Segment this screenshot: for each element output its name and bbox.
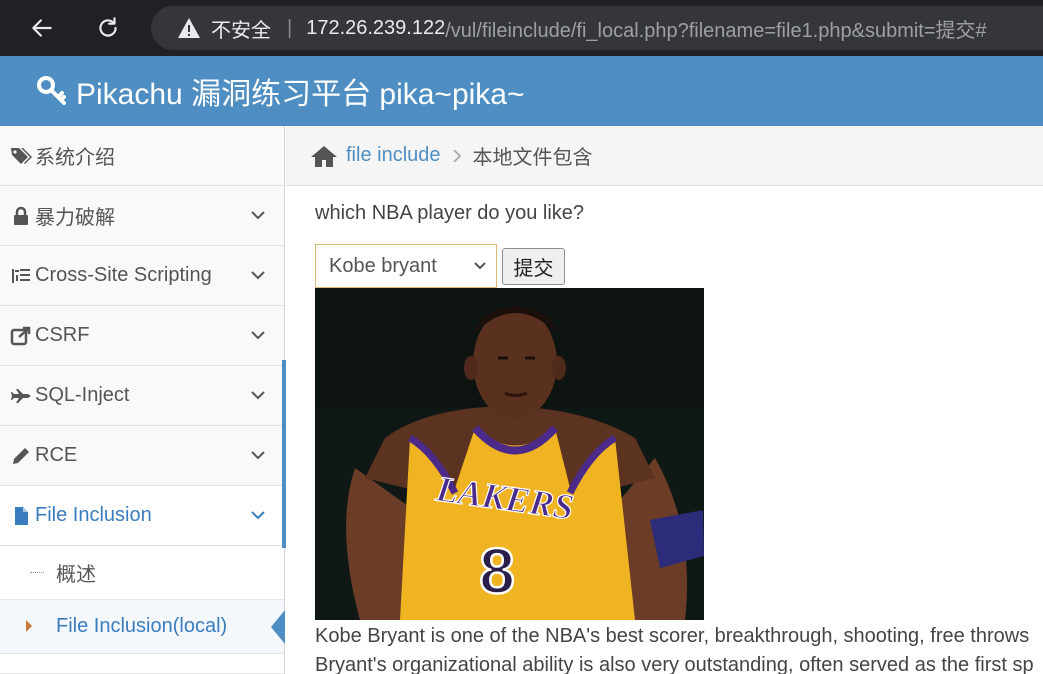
player-photo: LAKERS 8 — [315, 288, 704, 620]
chevron-down-icon — [251, 211, 265, 220]
sidebar-item-sql-inject[interactable]: SQL-Inject — [0, 366, 284, 426]
back-button[interactable] — [24, 10, 60, 46]
sidebar-subitem-overview[interactable]: 概述 — [0, 546, 284, 600]
sidebar-item-label: RCE — [35, 444, 78, 466]
back-arrow-icon — [32, 19, 52, 37]
site-header: Pikachu 漏洞练习平台 pika~pika~ — [0, 56, 1043, 126]
player-description: Kobe Bryant is one of the NBA's best sco… — [315, 622, 1043, 674]
breadcrumb-current: 本地文件包含 — [472, 147, 593, 169]
sidebar-item-csrf[interactable]: CSRF — [0, 306, 284, 366]
security-status: 不安全 — [211, 19, 271, 42]
sidebar-item-file-inclusion[interactable]: File Inclusion — [0, 486, 284, 546]
file-icon — [9, 505, 33, 527]
sidebar-item-label: 暴力破解 — [35, 207, 115, 229]
home-icon[interactable] — [310, 144, 338, 168]
sidebar: 系统介绍 暴力破解 Cross-Site Scripting CSRF SQL-… — [0, 126, 285, 674]
chevron-down-icon — [251, 271, 265, 280]
key-icon — [37, 76, 66, 105]
url-path: /vul/fileinclude/fi_local.php?filename=f… — [445, 19, 987, 42]
list-icon — [9, 265, 33, 287]
lock-icon — [9, 205, 33, 227]
tags-icon — [9, 145, 33, 167]
active-section-bar — [282, 360, 286, 548]
sidebar-item-intro[interactable]: 系统介绍 — [0, 126, 284, 186]
chevron-right-icon — [452, 148, 461, 163]
submit-button[interactable]: 提交 — [502, 248, 565, 285]
chevron-down-icon — [251, 451, 265, 460]
select-value: Kobe bryant — [329, 254, 437, 277]
url-host: 172.26.239.122 — [306, 16, 446, 39]
breadcrumb-link[interactable]: file include — [346, 144, 441, 167]
browser-toolbar: 不安全 | 172.26.239.122/vul/fileinclude/fi_… — [0, 0, 1043, 56]
sidebar-item-label: Cross-Site Scripting — [35, 264, 212, 286]
active-pointer — [271, 610, 285, 644]
sidebar-item-label: CSRF — [35, 324, 90, 346]
share-icon — [9, 325, 33, 347]
separator-bar: | — [287, 16, 293, 39]
player-select[interactable]: Kobe bryant — [315, 244, 497, 288]
reload-button[interactable] — [90, 10, 126, 46]
player-illustration: LAKERS 8 — [315, 288, 704, 620]
reload-icon — [99, 17, 117, 37]
chevron-down-icon — [251, 511, 265, 520]
chevron-down-icon — [251, 391, 265, 400]
sidebar-subitem-file-inclusion-local[interactable]: File Inclusion(local) — [0, 600, 285, 654]
sidebar-item-rce[interactable]: RCE — [0, 426, 284, 486]
sidebar-subitem-label: File Inclusion(local) — [56, 615, 228, 637]
sidebar-item-label: 系统介绍 — [35, 147, 115, 169]
tree-dash — [30, 572, 44, 573]
site-title[interactable]: Pikachu 漏洞练习平台 pika~pika~ — [76, 69, 525, 113]
question-text: which NBA player do you like? — [315, 202, 585, 224]
caret-right-icon — [26, 620, 32, 632]
pencil-icon — [9, 445, 33, 467]
sidebar-item-xss[interactable]: Cross-Site Scripting — [0, 246, 284, 306]
chevron-down-icon — [474, 262, 486, 270]
breadcrumb: file include 本地文件包含 — [286, 126, 1043, 186]
sidebar-subitem-next[interactable] — [0, 654, 284, 674]
sidebar-subitem-label: 概述 — [56, 564, 96, 586]
address-bar[interactable]: 不安全 | 172.26.239.122/vul/fileinclude/fi_… — [151, 6, 1043, 50]
chevron-down-icon — [251, 331, 265, 340]
plane-icon — [9, 385, 33, 407]
description-line: Bryant's organizational ability is also … — [315, 654, 1034, 674]
sidebar-item-label: SQL-Inject — [35, 384, 130, 406]
warning-icon — [178, 18, 200, 38]
sidebar-item-label: File Inclusion — [35, 504, 152, 526]
description-line: Kobe Bryant is one of the NBA's best sco… — [315, 625, 1030, 647]
jersey-number: 8 — [479, 535, 515, 607]
sidebar-item-brute-force[interactable]: 暴力破解 — [0, 186, 284, 246]
